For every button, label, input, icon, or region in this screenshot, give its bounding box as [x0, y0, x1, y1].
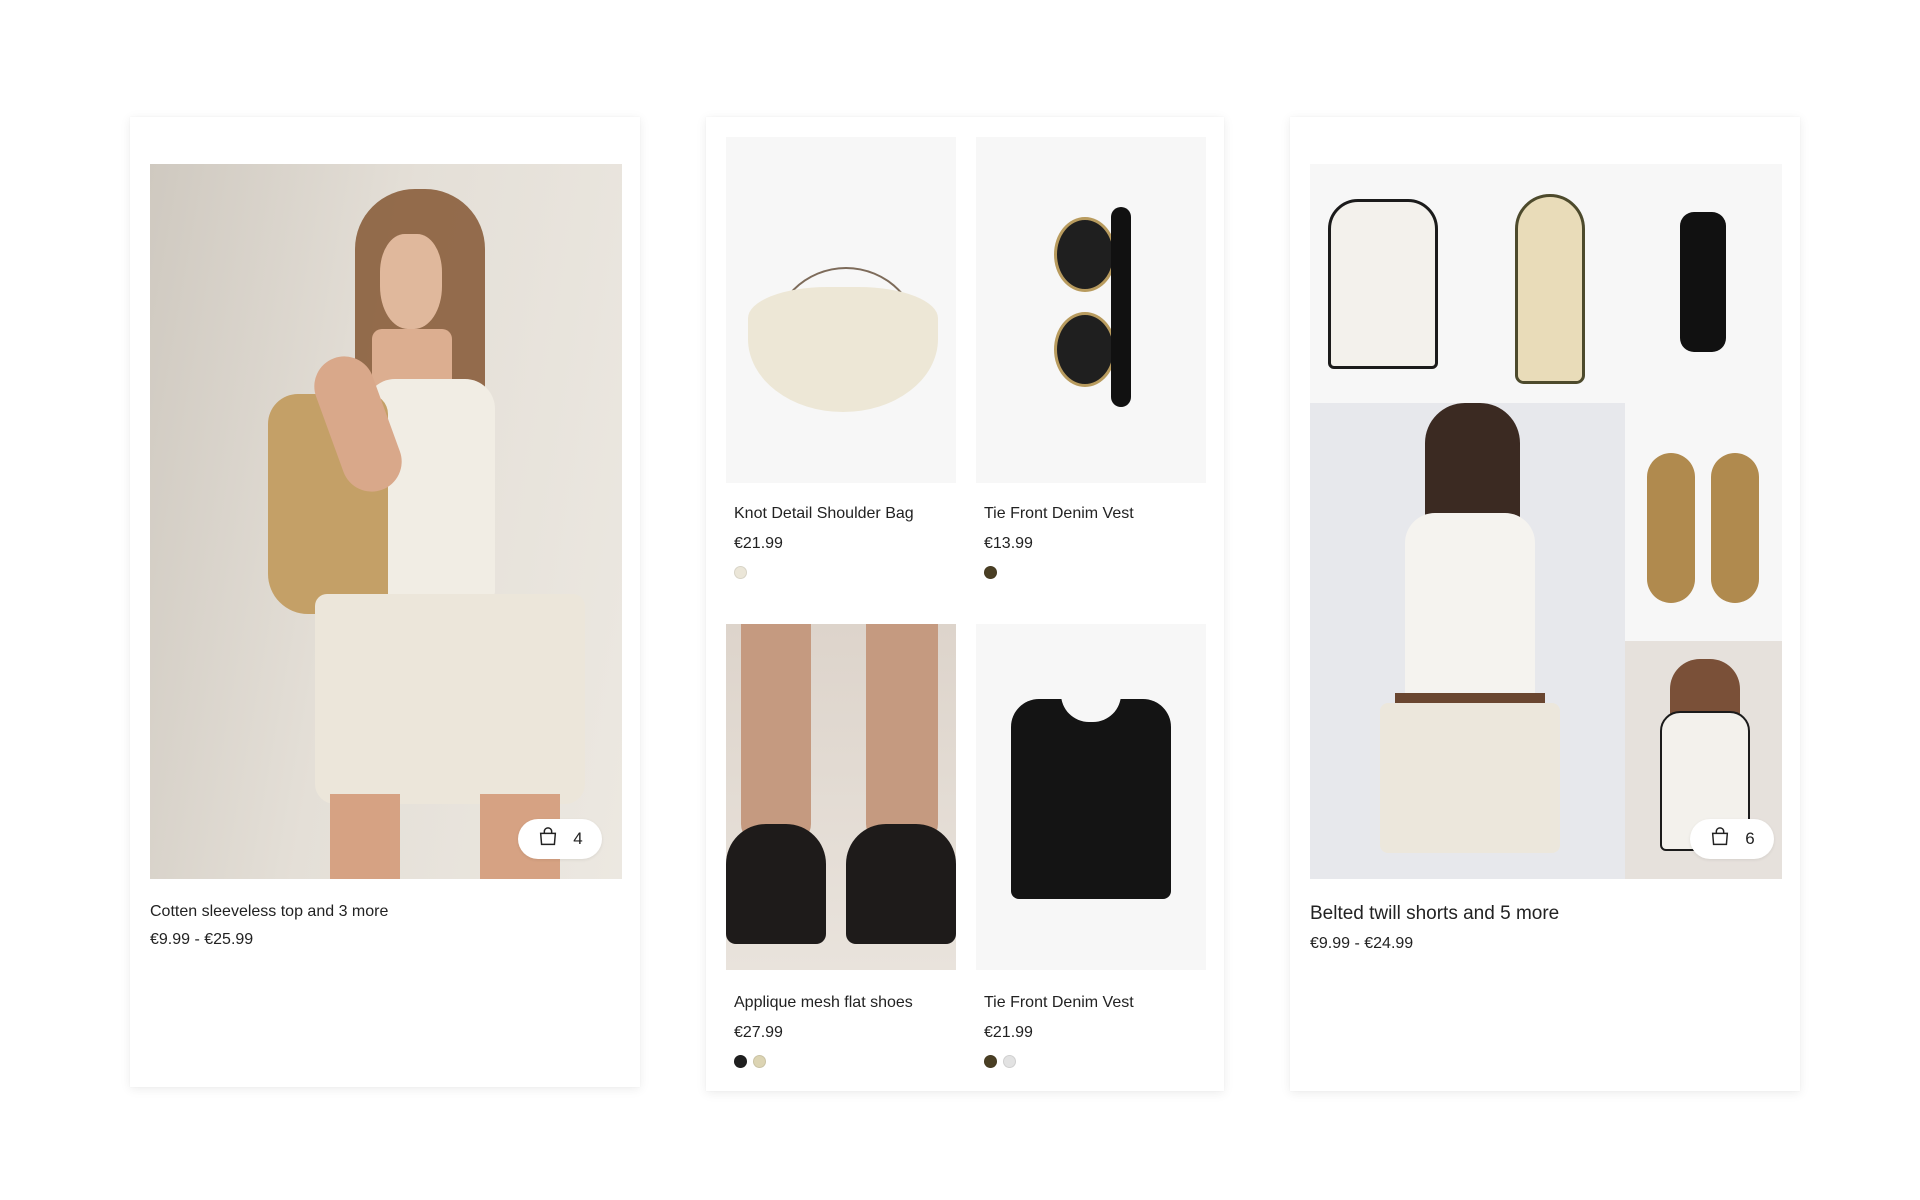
product-price: €21.99 [734, 535, 783, 552]
product-name[interactable]: Tie Front Denim Vest [984, 505, 1134, 523]
product-name[interactable]: Tie Front Denim Vest [984, 994, 1134, 1012]
products-card: Knot Detail Shoulder Bag €21.99 Tie Fron… [706, 117, 1224, 1091]
look-card-2[interactable]: 6 Belted twill shorts and 5 more €9.99 -… [1290, 117, 1800, 1091]
look-title[interactable]: Cotten sleeveless top and 3 more [150, 903, 388, 921]
shopping-bag-icon [1709, 826, 1731, 853]
product-name[interactable]: Applique mesh flat shoes [734, 994, 913, 1012]
look-card-1[interactable]: 4 Cotten sleeveless top and 3 more €9.99… [130, 117, 640, 1087]
product-price: €21.99 [984, 1024, 1033, 1041]
tank-top-thumb [1328, 199, 1438, 369]
product-price: €13.99 [984, 535, 1033, 552]
look-item-count: 4 [573, 829, 583, 848]
color-swatch[interactable] [1003, 1055, 1016, 1068]
color-swatches [734, 566, 747, 579]
sunglasses-thumb [1680, 212, 1726, 352]
color-swatches [984, 1055, 1016, 1068]
color-swatch[interactable] [984, 566, 997, 579]
model-photo [1310, 403, 1625, 879]
color-swatch[interactable] [984, 1055, 997, 1068]
scarf-thumb [1515, 194, 1585, 384]
sandals-thumb [1625, 403, 1782, 641]
look-item-count: 6 [1745, 829, 1755, 848]
color-swatch[interactable] [734, 566, 747, 579]
color-swatches [984, 566, 997, 579]
look-price-range: €9.99 - €24.99 [1310, 935, 1414, 952]
shop-look-button[interactable]: 6 [1690, 819, 1774, 859]
product-image-sunglasses[interactable] [976, 137, 1206, 483]
look-image-collage[interactable]: 6 [1310, 164, 1782, 879]
color-swatch[interactable] [753, 1055, 766, 1068]
look-title[interactable]: Belted twill shorts and 5 more [1310, 903, 1559, 925]
color-swatches [734, 1055, 766, 1068]
shop-look-button[interactable]: 4 [518, 819, 602, 859]
look-image-model-white-top[interactable]: 4 [150, 164, 622, 879]
product-image-mesh-flats[interactable] [726, 624, 956, 970]
look-price-range: €9.99 - €25.99 [150, 931, 254, 948]
product-image-shoulder-bag[interactable] [726, 137, 956, 483]
product-name[interactable]: Knot Detail Shoulder Bag [734, 505, 914, 523]
shopping-bag-icon [537, 826, 559, 853]
color-swatch[interactable] [734, 1055, 747, 1068]
product-image-black-vest[interactable] [976, 624, 1206, 970]
product-price: €27.99 [734, 1024, 783, 1041]
